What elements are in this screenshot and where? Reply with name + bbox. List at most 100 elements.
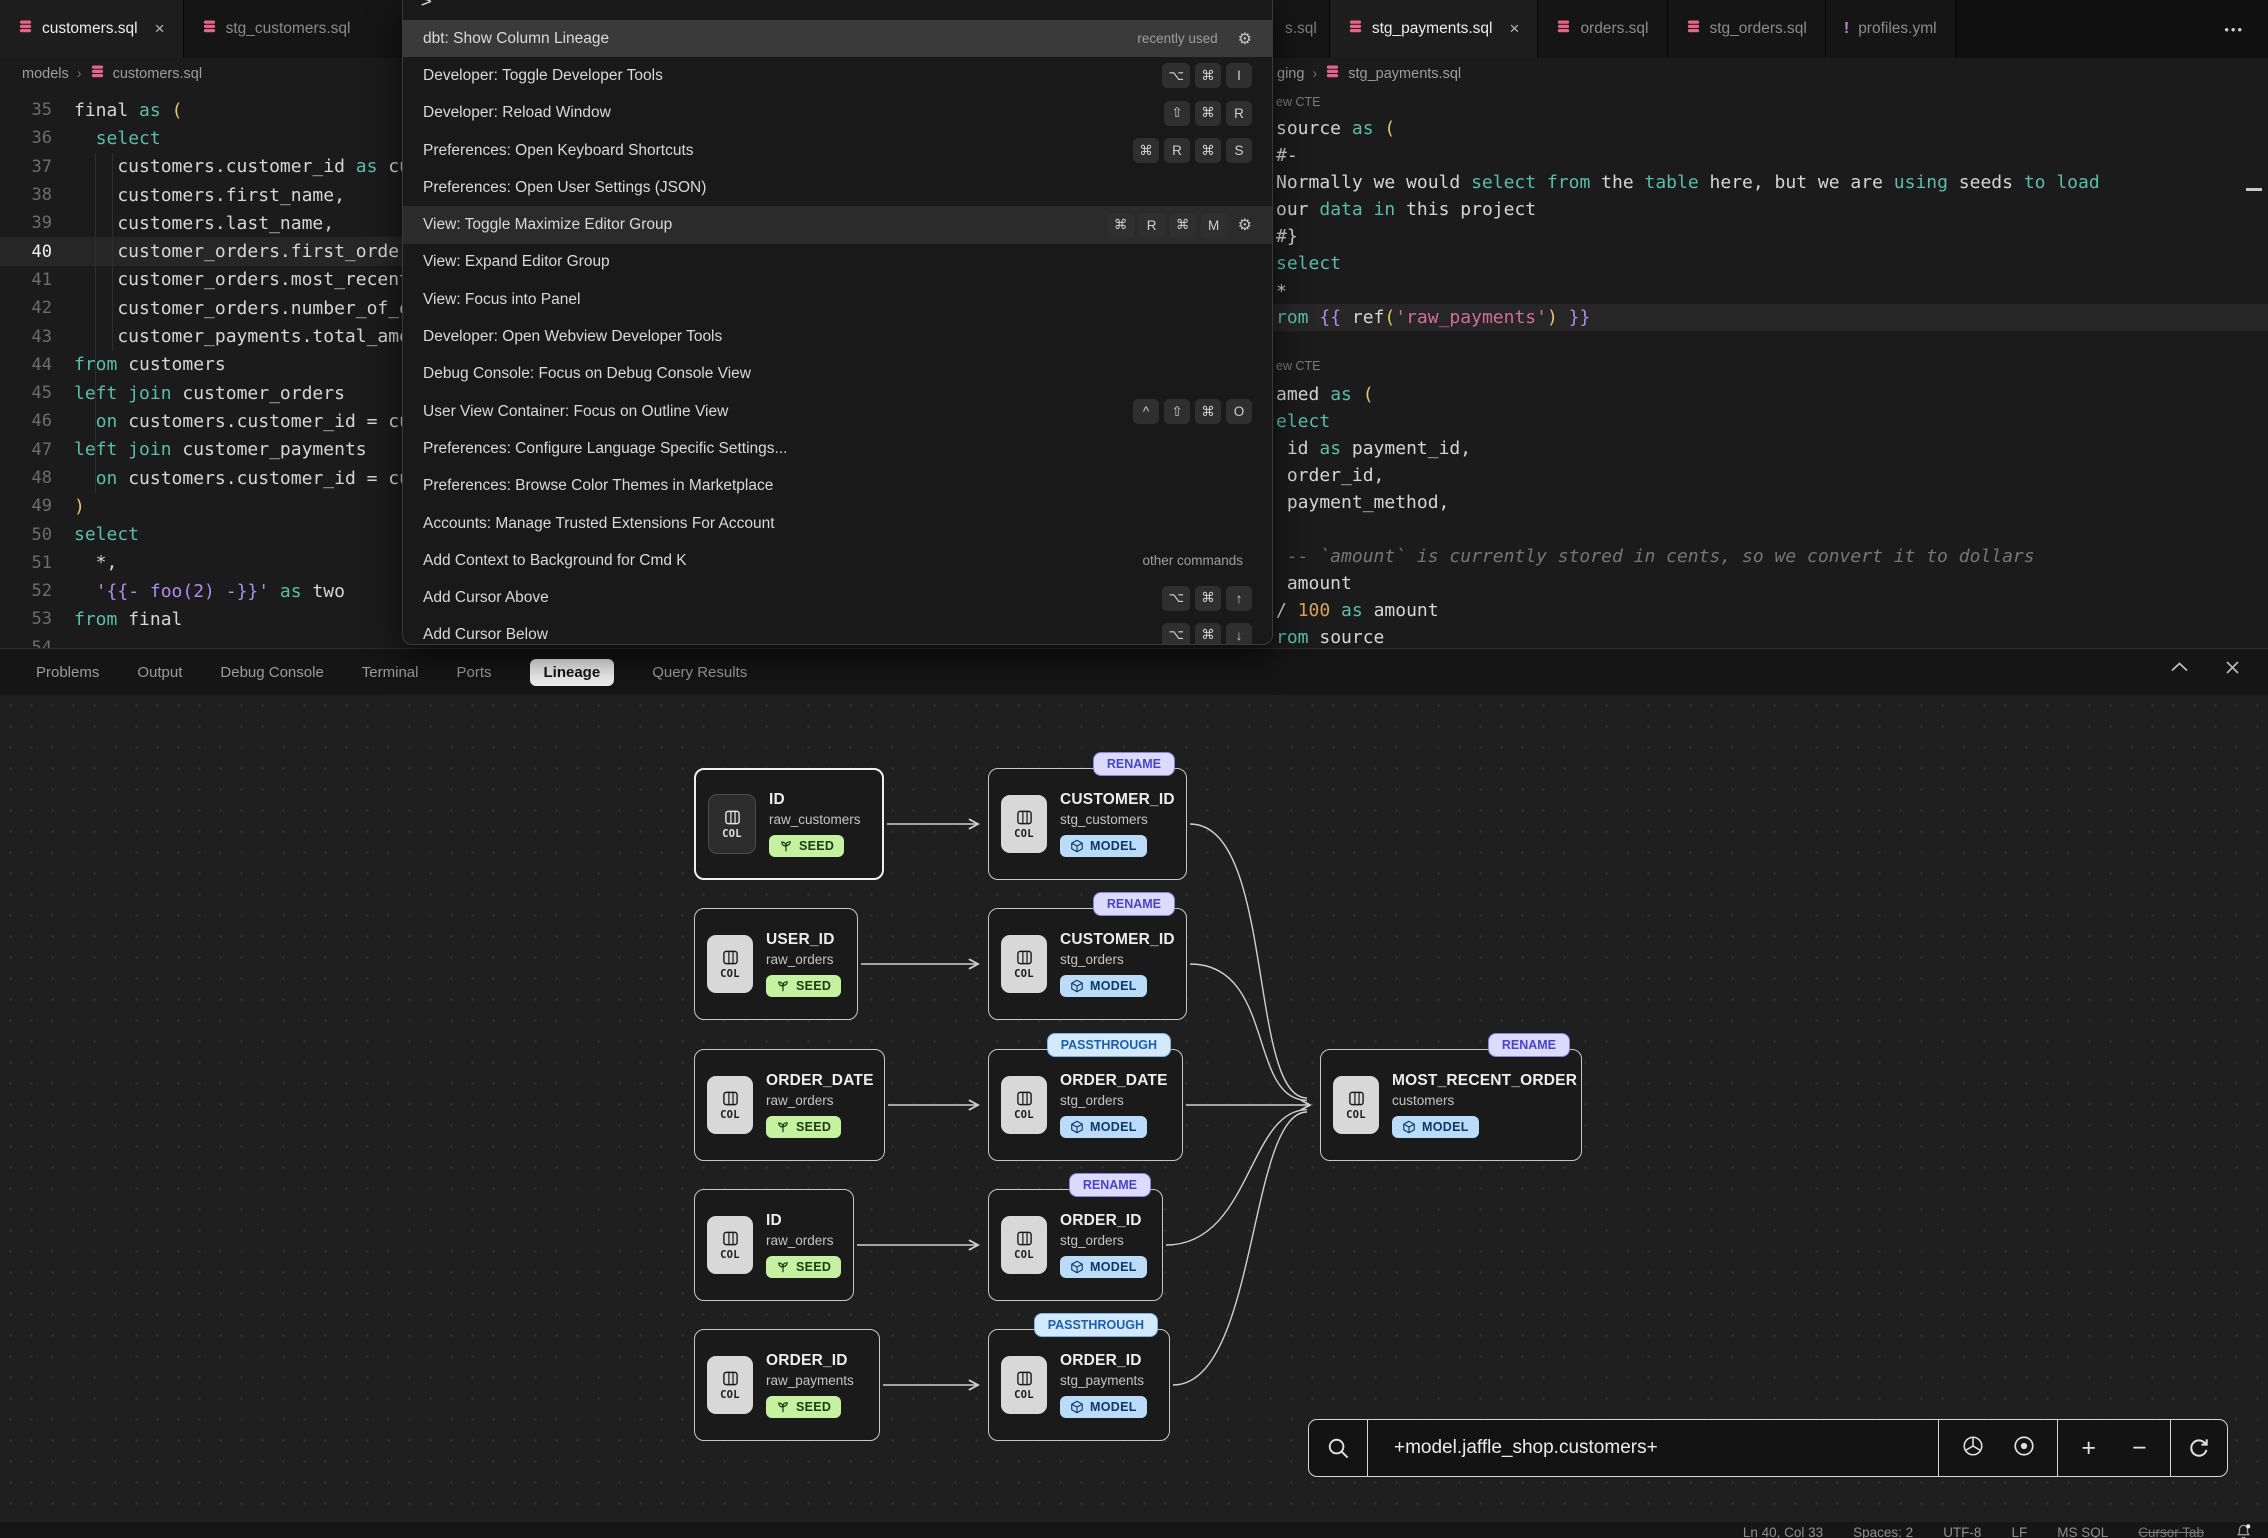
- command-item[interactable]: Preferences: Open User Settings (JSON): [403, 169, 1272, 206]
- notifications-bell-icon[interactable]: [2235, 1523, 2252, 1538]
- panel-tab-debug-console[interactable]: Debug Console: [220, 664, 323, 681]
- lineage-node-user_id-raw_orders[interactable]: COLUSER_IDraw_ordersSEED: [694, 908, 858, 1020]
- indent-guide: [95, 153, 96, 493]
- panel-tab-terminal[interactable]: Terminal: [362, 664, 419, 681]
- tab-profiles-yml[interactable]: !profiles.yml: [1826, 0, 1956, 58]
- zoom-out-button[interactable]: −: [2132, 1434, 2147, 1463]
- command-item[interactable]: Add Context to Background for Cmd Kother…: [403, 542, 1272, 579]
- panel-tab-query-results[interactable]: Query Results: [652, 664, 747, 681]
- gear-icon[interactable]: ⚙: [1238, 215, 1252, 235]
- lineage-node-id-raw_customers[interactable]: COLIDraw_customersSEED: [694, 768, 884, 880]
- tab-orders-sql[interactable]: orders.sql: [1538, 0, 1667, 58]
- lineage-node-order_date-raw_orders[interactable]: COLORDER_DATEraw_ordersSEED: [694, 1049, 885, 1161]
- lineage-node-customer_id-stg_orders[interactable]: RENAMECOLCUSTOMER_IDstg_ordersMODEL: [988, 908, 1187, 1020]
- close-icon[interactable]: ×: [1510, 19, 1520, 39]
- lineage-node-most_recent_order-customers[interactable]: RENAMECOLMOST_RECENT_ORDERcustomersMODEL: [1320, 1049, 1582, 1161]
- lineage-canvas[interactable]: COLIDraw_customersSEED RENAMECOLCUSTOMER_…: [0, 695, 2268, 1538]
- lineage-node-order_id-raw_payments[interactable]: COLORDER_IDraw_paymentsSEED: [694, 1329, 880, 1441]
- transform-badge: RENAME: [1488, 1033, 1570, 1057]
- status-item[interactable]: Ln 40, Col 33: [1743, 1522, 1823, 1538]
- lineage-node-id-raw_orders[interactable]: COLIDraw_ordersSEED: [694, 1189, 854, 1301]
- column-name: USER_ID: [766, 931, 835, 949]
- panel-tab-ports[interactable]: Ports: [456, 664, 491, 681]
- code-line: / 100 as amount: [1276, 597, 1439, 624]
- panel-tab-output[interactable]: Output: [137, 664, 182, 681]
- seed-badge: SEED: [766, 975, 841, 997]
- lineage-node-customer_id-stg_customers[interactable]: RENAMECOLCUSTOMER_IDstg_customersMODEL: [988, 768, 1187, 880]
- command-item[interactable]: Developer: Open Webview Developer Tools: [403, 318, 1272, 355]
- code-line: payment_method,: [1276, 489, 1449, 516]
- panel-tab-lineage[interactable]: Lineage: [530, 659, 615, 686]
- model-name: raw_orders: [766, 1093, 834, 1108]
- keycap: ⌥: [1162, 586, 1190, 611]
- tab-stg_customers-sql[interactable]: stg_customers.sql: [184, 0, 414, 58]
- code-line: #-: [1276, 142, 1298, 169]
- status-item[interactable]: UTF-8: [1943, 1522, 1981, 1538]
- code-line: 46 on customers.customer_id = customer_o…: [0, 407, 402, 435]
- keycap: ⇧: [1164, 101, 1190, 126]
- command-item[interactable]: Preferences: Configure Language Specific…: [403, 430, 1272, 467]
- model-selector-input[interactable]: +model.jaffle_shop.customers+: [1368, 1420, 1938, 1476]
- command-item[interactable]: Preferences: Browse Color Themes in Mark…: [403, 468, 1272, 505]
- command-item[interactable]: Add Cursor Above⌥⌘↑: [403, 579, 1272, 616]
- command-item[interactable]: Developer: Toggle Developer Tools⌥⌘I: [403, 57, 1272, 94]
- code-line: #}: [1276, 223, 1298, 250]
- editor-stg-payments-sql[interactable]: ew CTEsource as (#-Normally we would sel…: [1273, 88, 2268, 648]
- command-item[interactable]: View: Toggle Maximize Editor Group⌘R⌘M⚙: [403, 206, 1272, 243]
- status-item[interactable]: Cursor Tab: [2138, 1522, 2204, 1538]
- command-item[interactable]: Add Cursor Below⌥⌘↓: [403, 617, 1272, 645]
- refresh-button[interactable]: [2170, 1420, 2227, 1476]
- close-icon[interactable]: ×: [155, 19, 165, 39]
- keycap: R: [1139, 213, 1165, 238]
- right-tab-strip: s.sqlstg_payments.sql×orders.sqlstg_orde…: [1273, 0, 2268, 58]
- command-item[interactable]: Preferences: Open Keyboard Shortcuts⌘R⌘S: [403, 132, 1272, 169]
- zoom-in-button[interactable]: +: [2081, 1434, 2096, 1463]
- warning-icon: !: [1844, 20, 1849, 38]
- status-item[interactable]: MS SQL: [2057, 1522, 2108, 1538]
- code-line: 49): [0, 492, 402, 520]
- tab-s-sql[interactable]: s.sql: [1273, 0, 1330, 58]
- command-palette: > dbt: Show Column Lineagerecently used⚙…: [402, 0, 1273, 645]
- lineage-node-order_date-stg_orders[interactable]: PASSTHROUGHCOLORDER_DATEstg_ordersMODEL: [988, 1049, 1183, 1161]
- editor-customers-sql[interactable]: 35final as (36 select37 customers.custom…: [0, 90, 402, 648]
- scrollbar-marker[interactable]: [2246, 188, 2262, 191]
- code-line: 37 customers.customer_id as customer_id,: [0, 153, 402, 181]
- more-actions-icon[interactable]: •••: [2200, 22, 2268, 37]
- command-item[interactable]: Accounts: Manage Trusted Extensions For …: [403, 505, 1272, 542]
- breadcrumb-folder[interactable]: models: [22, 66, 69, 82]
- command-palette-input[interactable]: >: [403, 0, 1272, 20]
- eye-icon[interactable]: [2012, 1434, 2036, 1463]
- database-icon: [18, 19, 33, 39]
- panel-collapse-icon[interactable]: [2170, 660, 2189, 680]
- code-line: amount: [1276, 570, 1352, 597]
- breadcrumb-file[interactable]: customers.sql: [113, 66, 202, 82]
- command-item[interactable]: View: Focus into Panel: [403, 281, 1272, 318]
- command-item[interactable]: Debug Console: Focus on Debug Console Vi…: [403, 356, 1272, 393]
- keycap: ⌘: [1195, 623, 1221, 645]
- panel-close-icon[interactable]: [2225, 660, 2240, 680]
- tab-customers-sql[interactable]: customers.sql×: [0, 0, 184, 58]
- tab-stg_orders-sql[interactable]: stg_orders.sql: [1668, 0, 1826, 58]
- panel-tab-problems[interactable]: Problems: [36, 664, 99, 681]
- status-item[interactable]: LF: [2011, 1522, 2027, 1538]
- keycap: S: [1226, 138, 1252, 163]
- panel-header: Problems Output Debug Console Terminal Ports…: [0, 648, 2268, 695]
- column-name: CUSTOMER_ID: [1060, 791, 1175, 809]
- model-name: raw_orders: [766, 1233, 834, 1248]
- tab-stg_payments-sql[interactable]: stg_payments.sql×: [1330, 0, 1539, 58]
- code-line: 43 customer_payments.total_amount as cus…: [0, 322, 402, 350]
- command-item[interactable]: Developer: Reload Window⇧⌘R: [403, 95, 1272, 132]
- command-item[interactable]: View: Expand Editor Group: [403, 244, 1272, 281]
- breadcrumb-file[interactable]: stg_payments.sql: [1348, 66, 1461, 82]
- lineage-node-order_id-stg_orders[interactable]: RENAMECOLORDER_IDstg_ordersMODEL: [988, 1189, 1163, 1301]
- aperture-icon[interactable]: [1961, 1434, 1985, 1463]
- gear-icon[interactable]: ⚙: [1238, 29, 1252, 49]
- breadcrumb-folder[interactable]: ging: [1277, 66, 1304, 82]
- command-item[interactable]: dbt: Show Column Lineagerecently used⚙: [403, 20, 1272, 57]
- command-item[interactable]: User View Container: Focus on Outline Vi…: [403, 393, 1272, 430]
- lineage-node-order_id-stg_payments[interactable]: PASSTHROUGHCOLORDER_IDstg_paymentsMODEL: [988, 1329, 1170, 1441]
- code-line: 52 '{{- foo(2) -}}' as two: [0, 577, 402, 605]
- model-selector-value: +model.jaffle_shop.customers+: [1394, 1437, 1658, 1459]
- status-item[interactable]: Spaces: 2: [1853, 1522, 1913, 1538]
- keycap: ⌘: [1195, 586, 1221, 611]
